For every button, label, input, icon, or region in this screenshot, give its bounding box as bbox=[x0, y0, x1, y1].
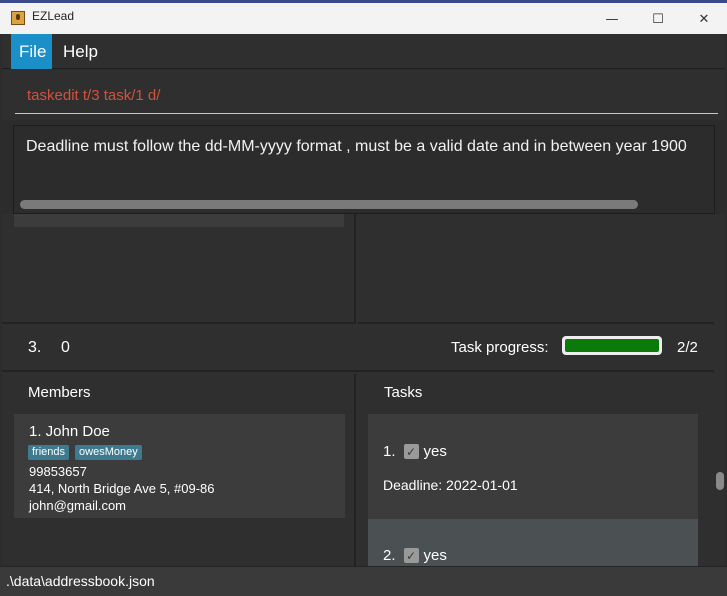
app-icon bbox=[11, 11, 25, 25]
progress-fill bbox=[565, 339, 659, 352]
task-index: 2. bbox=[383, 547, 396, 564]
horizontal-scrollbar[interactable] bbox=[20, 200, 638, 209]
close-button[interactable]: ✕ bbox=[681, 5, 727, 33]
team-name: 0 bbox=[61, 339, 70, 356]
task-done-checkbox[interactable]: ✓ bbox=[403, 444, 419, 459]
tag: owesMoney bbox=[75, 445, 142, 460]
secondary-pane bbox=[358, 214, 714, 324]
progress-count: 2/2 bbox=[677, 339, 698, 356]
member-email: john@gmail.com bbox=[29, 498, 127, 513]
team-index: 3. bbox=[28, 339, 42, 356]
members-header: Members bbox=[28, 384, 91, 401]
team-list-pane bbox=[2, 214, 356, 324]
storage-path: .\data\addressbook.json bbox=[6, 573, 155, 589]
member-name: 1. John Doe bbox=[29, 423, 110, 440]
command-box bbox=[2, 70, 725, 120]
team-row[interactable]: 3. 0 Task progress: 2/2 bbox=[2, 326, 714, 372]
member-phone: 99853657 bbox=[29, 464, 87, 479]
window-title: EZLead bbox=[32, 9, 75, 23]
task-row: 1. ✓ yes bbox=[383, 443, 447, 460]
main-panes: 3. 0 Task progress: 2/2 Members 1. John … bbox=[2, 214, 725, 566]
menu-help[interactable]: Help bbox=[55, 34, 106, 69]
menu-file[interactable]: File bbox=[11, 34, 52, 69]
task-name: yes bbox=[423, 443, 447, 460]
member-address: 414, North Bridge Ave 5, #09-86 bbox=[29, 481, 215, 496]
result-message: Deadline must follow the dd-MM-yyyy form… bbox=[26, 138, 687, 155]
task-deadline: Deadline: 2022-01-01 bbox=[383, 477, 518, 493]
task-card[interactable]: 2. ✓ yes bbox=[368, 519, 698, 566]
command-input[interactable] bbox=[15, 78, 718, 114]
task-row: 2. ✓ yes bbox=[383, 547, 447, 564]
title-bar: EZLead — ☐ ✕ bbox=[0, 0, 727, 34]
members-pane: Members 1. John Doe friends owesMoney 99… bbox=[2, 374, 356, 566]
tag: friends bbox=[28, 445, 70, 460]
tasks-header: Tasks bbox=[384, 384, 423, 401]
task-progress-bar bbox=[562, 336, 662, 355]
tasks-pane: Tasks 1. ✓ yes Deadline: 2022-01-01 2. ✓… bbox=[358, 374, 714, 566]
scrollbar-thumb[interactable] bbox=[716, 472, 724, 490]
menu-bar: File Help bbox=[2, 34, 725, 69]
task-card[interactable]: 1. ✓ yes Deadline: 2022-01-01 bbox=[368, 414, 698, 519]
task-done-checkbox[interactable]: ✓ bbox=[403, 548, 419, 563]
team-list-card[interactable] bbox=[14, 214, 344, 227]
member-tags: friends owesMoney bbox=[28, 445, 142, 460]
minimize-button[interactable]: — bbox=[589, 5, 635, 33]
task-name: yes bbox=[423, 547, 447, 564]
status-bar: .\data\addressbook.json bbox=[0, 566, 727, 596]
vertical-scrollbar[interactable] bbox=[714, 214, 725, 566]
progress-label: Task progress: bbox=[451, 339, 549, 356]
maximize-button[interactable]: ☐ bbox=[635, 5, 681, 33]
result-display: Deadline must follow the dd-MM-yyyy form… bbox=[13, 125, 715, 214]
task-index: 1. bbox=[383, 443, 396, 460]
member-card[interactable]: 1. John Doe friends owesMoney 99853657 4… bbox=[14, 414, 345, 518]
